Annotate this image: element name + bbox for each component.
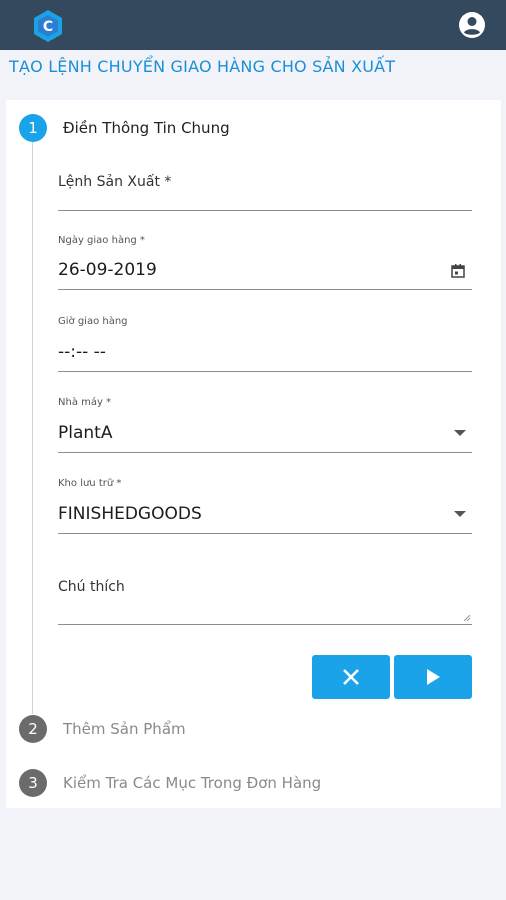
storage-label: Kho lưu trữ * <box>58 478 122 489</box>
step-2-number: 2 <box>19 715 47 743</box>
step-3-label: Kiểm Tra Các Mục Trong Đơn Hàng <box>63 774 322 792</box>
c-hexagon-icon[interactable]: C <box>32 9 64 43</box>
note-label: Chú thích <box>58 579 125 595</box>
storage-underline <box>58 533 472 534</box>
production-order-underline <box>58 210 472 211</box>
delivery-time-field[interactable]: Giờ giao hàng --:-- -- <box>58 316 472 374</box>
resize-handle-icon[interactable] <box>464 615 470 621</box>
app-header: C <box>0 0 506 50</box>
production-order-field[interactable]: Lệnh Sản Xuất * <box>58 172 472 214</box>
step-3-number: 3 <box>19 769 47 797</box>
delivery-date-underline <box>58 289 472 290</box>
close-icon <box>343 669 359 685</box>
note-textarea[interactable]: Chú thích <box>58 577 472 629</box>
play-arrow-icon <box>427 669 440 685</box>
calendar-icon[interactable] <box>450 263 466 279</box>
step-2[interactable]: 2 Thêm Sản Phẩm <box>19 715 489 745</box>
storage-value[interactable]: FINISHEDGOODS <box>58 504 202 524</box>
plant-select[interactable]: Nhà máy * PlantA <box>58 397 472 455</box>
dropdown-arrow-icon[interactable] <box>454 511 466 517</box>
step-1-label: Điền Thông Tin Chung <box>63 119 230 137</box>
storage-select[interactable]: Kho lưu trữ * FINISHEDGOODS <box>58 478 472 536</box>
delivery-time-label: Giờ giao hàng <box>58 316 128 327</box>
delivery-date-field[interactable]: Ngày giao hàng * 26-09-2019 <box>58 235 472 293</box>
step-3[interactable]: 3 Kiểm Tra Các Mục Trong Đơn Hàng <box>19 769 489 799</box>
cancel-button[interactable] <box>312 655 390 699</box>
plant-underline <box>58 452 472 453</box>
delivery-time-underline <box>58 371 472 372</box>
delivery-time-value[interactable]: --:-- -- <box>58 342 106 362</box>
svg-text:C: C <box>43 19 53 35</box>
step-1[interactable]: 1 Điền Thông Tin Chung <box>19 114 489 144</box>
step-2-label: Thêm Sản Phẩm <box>63 720 186 738</box>
delivery-date-label: Ngày giao hàng * <box>58 235 145 246</box>
stepper-connector <box>32 142 33 714</box>
account-circle-icon[interactable] <box>458 11 486 39</box>
production-order-label: Lệnh Sản Xuất * <box>58 174 172 190</box>
dropdown-arrow-icon[interactable] <box>454 430 466 436</box>
note-underline <box>58 624 472 625</box>
next-button[interactable] <box>394 655 472 699</box>
plant-label: Nhà máy * <box>58 397 112 408</box>
page-title: TẠO LỆNH CHUYỂN GIAO HÀNG CHO SẢN XUẤT <box>9 57 396 76</box>
plant-value[interactable]: PlantA <box>58 423 112 443</box>
delivery-date-value[interactable]: 26-09-2019 <box>58 260 157 280</box>
step-1-number: 1 <box>19 114 47 142</box>
